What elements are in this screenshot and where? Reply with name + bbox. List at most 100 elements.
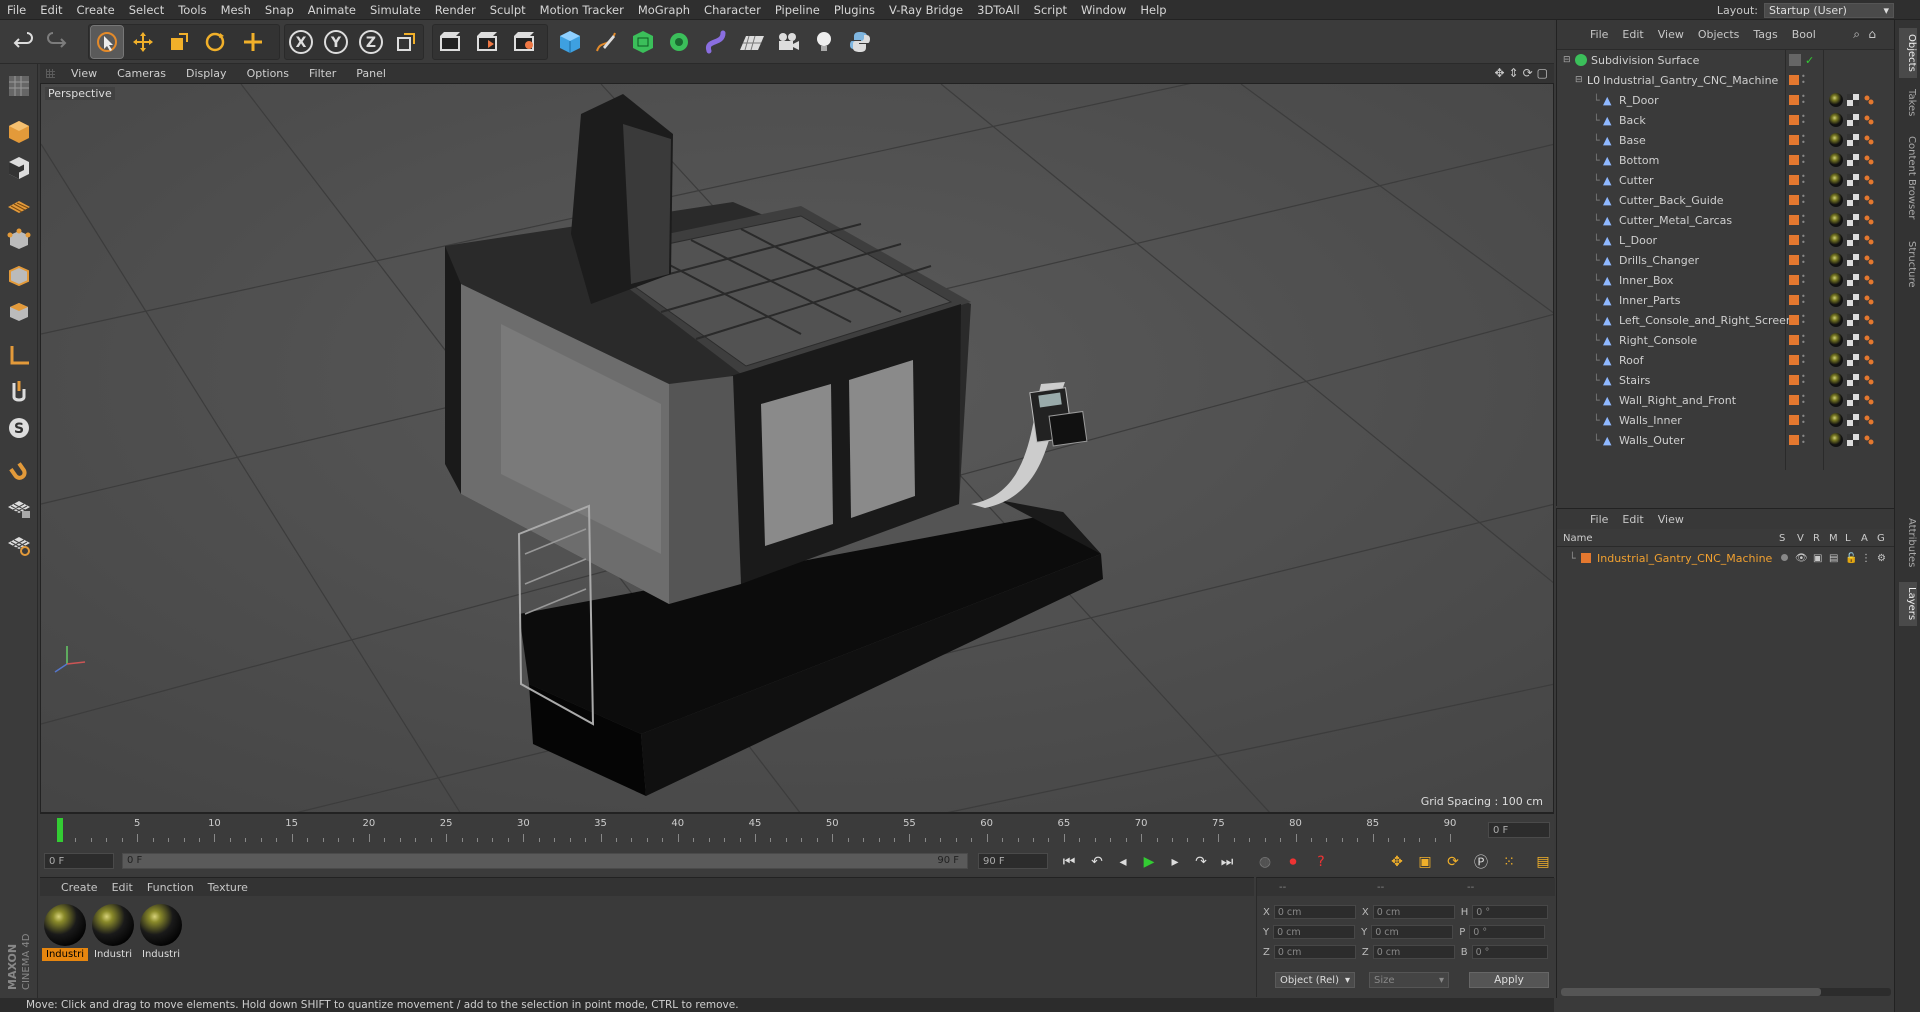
- size-x-field[interactable]: 0 cm: [1372, 905, 1455, 919]
- play-icon[interactable]: ▶: [1138, 851, 1160, 873]
- playhead[interactable]: [57, 818, 63, 842]
- material-tag-icon[interactable]: [1829, 113, 1843, 127]
- texture-tag-icon[interactable]: [1847, 434, 1859, 446]
- animation-icon[interactable]: ⋮: [1861, 553, 1871, 564]
- apply-button[interactable]: Apply: [1469, 972, 1549, 988]
- texture-tag-icon[interactable]: [1847, 294, 1859, 306]
- position-x-field[interactable]: 0 cm: [1273, 905, 1356, 919]
- texture-tag-icon[interactable]: [1847, 374, 1859, 386]
- tab-layers[interactable]: Layers: [1899, 582, 1917, 626]
- menu-snap[interactable]: Snap: [258, 3, 301, 17]
- object-row[interactable]: └ ▲ Wall_Right_and_Front • •: [1557, 390, 1895, 410]
- workplane-mode-icon[interactable]: [3, 188, 35, 220]
- phong-tag-icon[interactable]: [1863, 234, 1875, 246]
- visibility-dots-icon[interactable]: • •: [1801, 253, 1806, 267]
- object-row[interactable]: └ ▲ L_Door • •: [1557, 230, 1895, 250]
- layer-color-icon[interactable]: [1789, 315, 1799, 325]
- texture-tag-icon[interactable]: [1847, 314, 1859, 326]
- cube-icon[interactable]: [554, 26, 586, 58]
- texture-tag-icon[interactable]: [1847, 134, 1859, 146]
- material-swatch[interactable]: Industri: [42, 902, 88, 961]
- layer-swatch[interactable]: [1789, 54, 1801, 66]
- phong-tag-icon[interactable]: [1863, 254, 1875, 266]
- collapse-icon[interactable]: ⊟: [1563, 55, 1571, 65]
- material-tag-icon[interactable]: [1829, 173, 1843, 187]
- timeline-layout-icon[interactable]: ▤: [1532, 851, 1554, 873]
- menu-mesh[interactable]: Mesh: [214, 3, 258, 17]
- object-row[interactable]: └ ▲ Inner_Parts • •: [1557, 290, 1895, 310]
- scale-icon[interactable]: [163, 26, 195, 58]
- layer-color-icon[interactable]: [1789, 95, 1799, 105]
- axis-mode-icon[interactable]: [3, 340, 35, 372]
- material-tag-icon[interactable]: [1829, 153, 1843, 167]
- texture-tag-icon[interactable]: [1847, 274, 1859, 286]
- next-frame-icon[interactable]: ▸: [1164, 851, 1186, 873]
- coordinate-mode-select[interactable]: Object (Rel) ▾: [1275, 972, 1355, 988]
- key-rotation-icon[interactable]: ⟳: [1442, 851, 1464, 873]
- material-tag-icon[interactable]: [1829, 93, 1843, 107]
- previous-key-icon[interactable]: ↶: [1086, 851, 1108, 873]
- undo-icon[interactable]: [8, 26, 40, 58]
- phong-tag-icon[interactable]: [1863, 374, 1875, 386]
- material-swatch[interactable]: Industri: [138, 902, 184, 960]
- layer-color-icon[interactable]: [1789, 175, 1799, 185]
- viewport-menu-cameras[interactable]: Cameras: [107, 67, 176, 80]
- layer-scrollbar[interactable]: [1561, 988, 1891, 996]
- material-tag-icon[interactable]: [1829, 313, 1843, 327]
- menu-plugins[interactable]: Plugins: [827, 3, 882, 17]
- model-mode-icon[interactable]: [3, 116, 35, 148]
- material-tag-icon[interactable]: [1829, 133, 1843, 147]
- render-picture-viewer-icon[interactable]: [471, 26, 503, 58]
- snap-magnet-icon[interactable]: [3, 456, 35, 488]
- material-swatch[interactable]: Industri: [90, 902, 136, 960]
- size-z-field[interactable]: 0 cm: [1372, 945, 1455, 959]
- phong-tag-icon[interactable]: [1863, 114, 1875, 126]
- object-row[interactable]: └ ▲ Cutter • •: [1557, 170, 1895, 190]
- phong-tag-icon[interactable]: [1863, 134, 1875, 146]
- menu-character[interactable]: Character: [697, 3, 768, 17]
- visibility-dots-icon[interactable]: • •: [1801, 313, 1806, 327]
- size-mode-select[interactable]: Size ▾: [1369, 972, 1449, 988]
- texture-tag-icon[interactable]: [1847, 234, 1859, 246]
- texture-tag-icon[interactable]: [1847, 114, 1859, 126]
- object-row[interactable]: └ ▲ Back • •: [1557, 110, 1895, 130]
- go-to-end-icon[interactable]: ⏭: [1216, 851, 1238, 873]
- visibility-dots-icon[interactable]: • •: [1801, 273, 1806, 287]
- texture-tag-icon[interactable]: [1847, 394, 1859, 406]
- texture-tag-icon[interactable]: [1847, 194, 1859, 206]
- y-axis-icon[interactable]: Y: [320, 26, 352, 58]
- object-row[interactable]: └ ▲ Stairs • •: [1557, 370, 1895, 390]
- texture-tag-icon[interactable]: [1847, 334, 1859, 346]
- edit-render-settings-icon[interactable]: [508, 26, 540, 58]
- keyframe-selection-icon[interactable]: ?: [1310, 851, 1332, 873]
- material-tag-icon[interactable]: [1829, 193, 1843, 207]
- texture-tag-icon[interactable]: [1847, 94, 1859, 106]
- object-menu-tags[interactable]: Tags: [1746, 28, 1784, 41]
- visibility-dots-icon[interactable]: • •: [1801, 153, 1806, 167]
- light-icon[interactable]: [808, 26, 840, 58]
- texture-tag-icon[interactable]: [1847, 214, 1859, 226]
- phong-tag-icon[interactable]: [1863, 214, 1875, 226]
- rotate-view-icon[interactable]: ⟳: [1523, 66, 1533, 80]
- lock-workplane-icon[interactable]: [3, 492, 35, 524]
- material-tag-icon[interactable]: [1829, 373, 1843, 387]
- search-icon[interactable]: ⌕: [1853, 27, 1860, 42]
- material-menu-texture[interactable]: Texture: [201, 881, 255, 894]
- menu-window[interactable]: Window: [1074, 3, 1133, 17]
- layer-color-icon[interactable]: [1789, 415, 1799, 425]
- live-selection-icon[interactable]: [90, 25, 124, 59]
- dolly-view-icon[interactable]: ⇕: [1509, 66, 1519, 80]
- layer-color-icon[interactable]: [1789, 355, 1799, 365]
- phong-tag-icon[interactable]: [1863, 394, 1875, 406]
- phong-tag-icon[interactable]: [1863, 354, 1875, 366]
- viewport-menu-options[interactable]: Options: [237, 67, 299, 80]
- generator-icon[interactable]: ⚙: [1877, 553, 1886, 564]
- object-menu-file[interactable]: File: [1583, 28, 1615, 41]
- subdivision-icon[interactable]: [627, 26, 659, 58]
- material-tag-icon[interactable]: [1829, 233, 1843, 247]
- points-mode-icon[interactable]: [3, 224, 35, 256]
- coordinate-system-icon[interactable]: [390, 26, 422, 58]
- layout-select[interactable]: Startup (User) ▾: [1764, 2, 1894, 18]
- material-tag-icon[interactable]: [1829, 273, 1843, 287]
- menu-simulate[interactable]: Simulate: [363, 3, 428, 17]
